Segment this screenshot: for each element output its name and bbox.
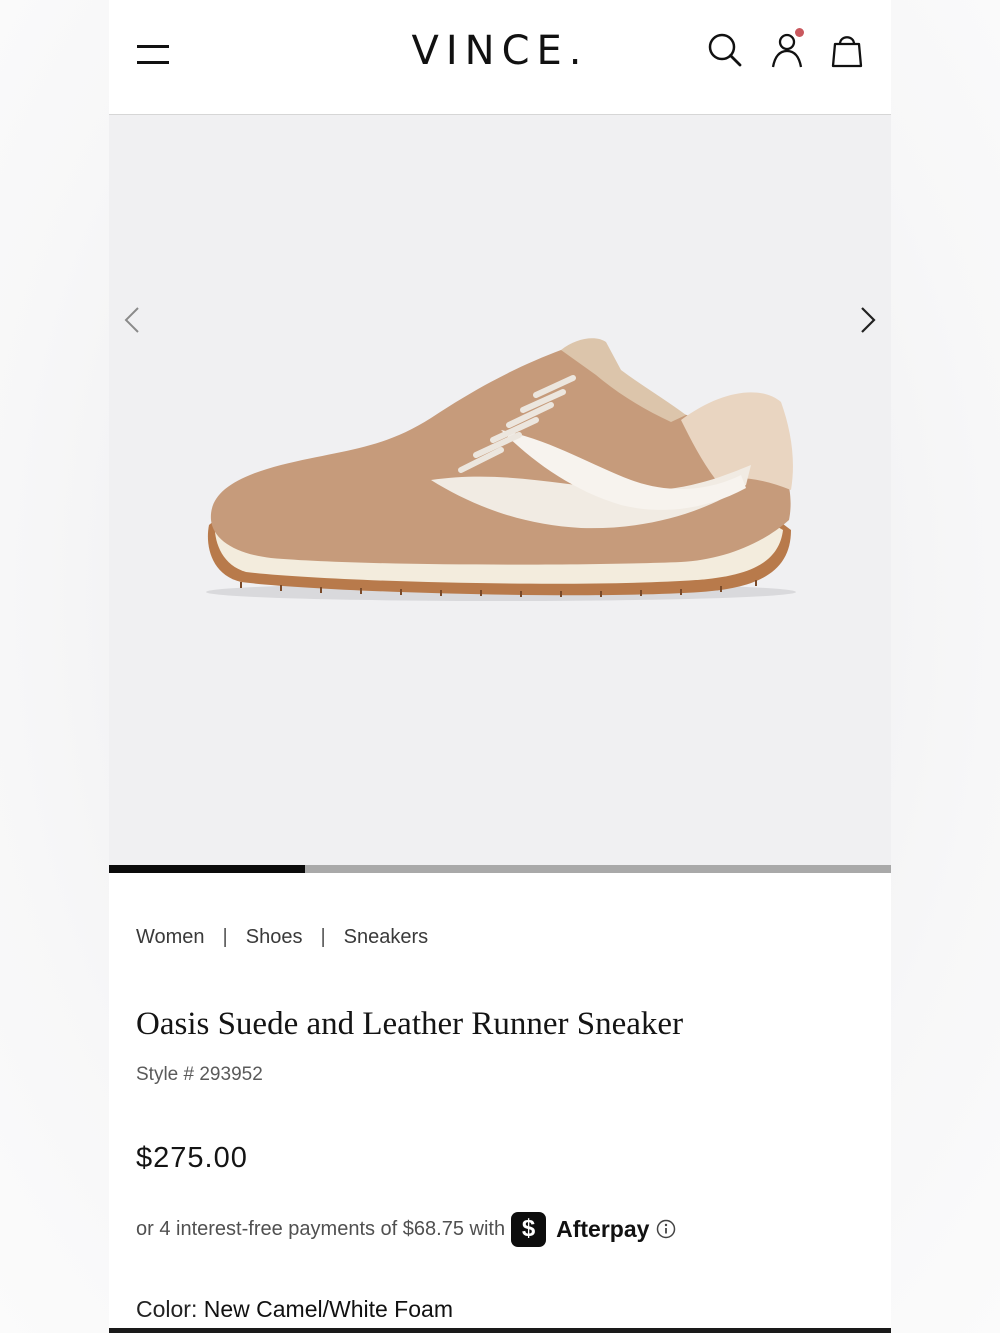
color-label: Color: (136, 1296, 204, 1322)
product-page: VINCE. Women | Shoes | Sneakers Oasis Su… (109, 0, 891, 1333)
afterpay-logo-icon: $ (511, 1211, 547, 1247)
gallery-progress-fill (109, 865, 305, 873)
product-title: Oasis Suede and Leather Runner Sneaker (136, 1006, 684, 1042)
info-icon[interactable] (656, 1219, 676, 1239)
gallery-progress-track (109, 865, 891, 873)
afterpay-name: Afterpay (556, 1215, 650, 1242)
sneaker-product-image (206, 338, 796, 601)
site-header: VINCE. (109, 0, 891, 115)
breadcrumb-women[interactable]: Women (136, 926, 205, 948)
chevron-right-icon[interactable] (853, 303, 883, 337)
color-selection: Color: New Camel/White Foam (136, 1296, 453, 1323)
product-image-gallery[interactable] (109, 115, 891, 865)
breadcrumb-separator: | (222, 926, 228, 948)
breadcrumb: Women | Shoes | Sneakers (136, 926, 428, 949)
shopping-bag-icon[interactable] (827, 30, 867, 70)
search-icon[interactable] (705, 30, 745, 70)
breadcrumb-shoes[interactable]: Shoes (246, 926, 303, 948)
product-price: $275.00 (136, 1142, 248, 1174)
breadcrumb-separator: | (320, 926, 326, 948)
chevron-left-icon[interactable] (117, 303, 147, 337)
breadcrumb-sneakers[interactable]: Sneakers (344, 926, 429, 948)
afterpay-installments: or 4 interest-free payments of $68.75 wi… (136, 1210, 676, 1248)
installment-text: or 4 interest-free payments of $68.75 wi… (136, 1217, 506, 1240)
color-value: New Camel/White Foam (203, 1296, 453, 1322)
notification-dot (795, 28, 804, 37)
bottom-edge-bar (109, 1328, 891, 1333)
style-number: Style # 293952 (136, 1064, 263, 1085)
